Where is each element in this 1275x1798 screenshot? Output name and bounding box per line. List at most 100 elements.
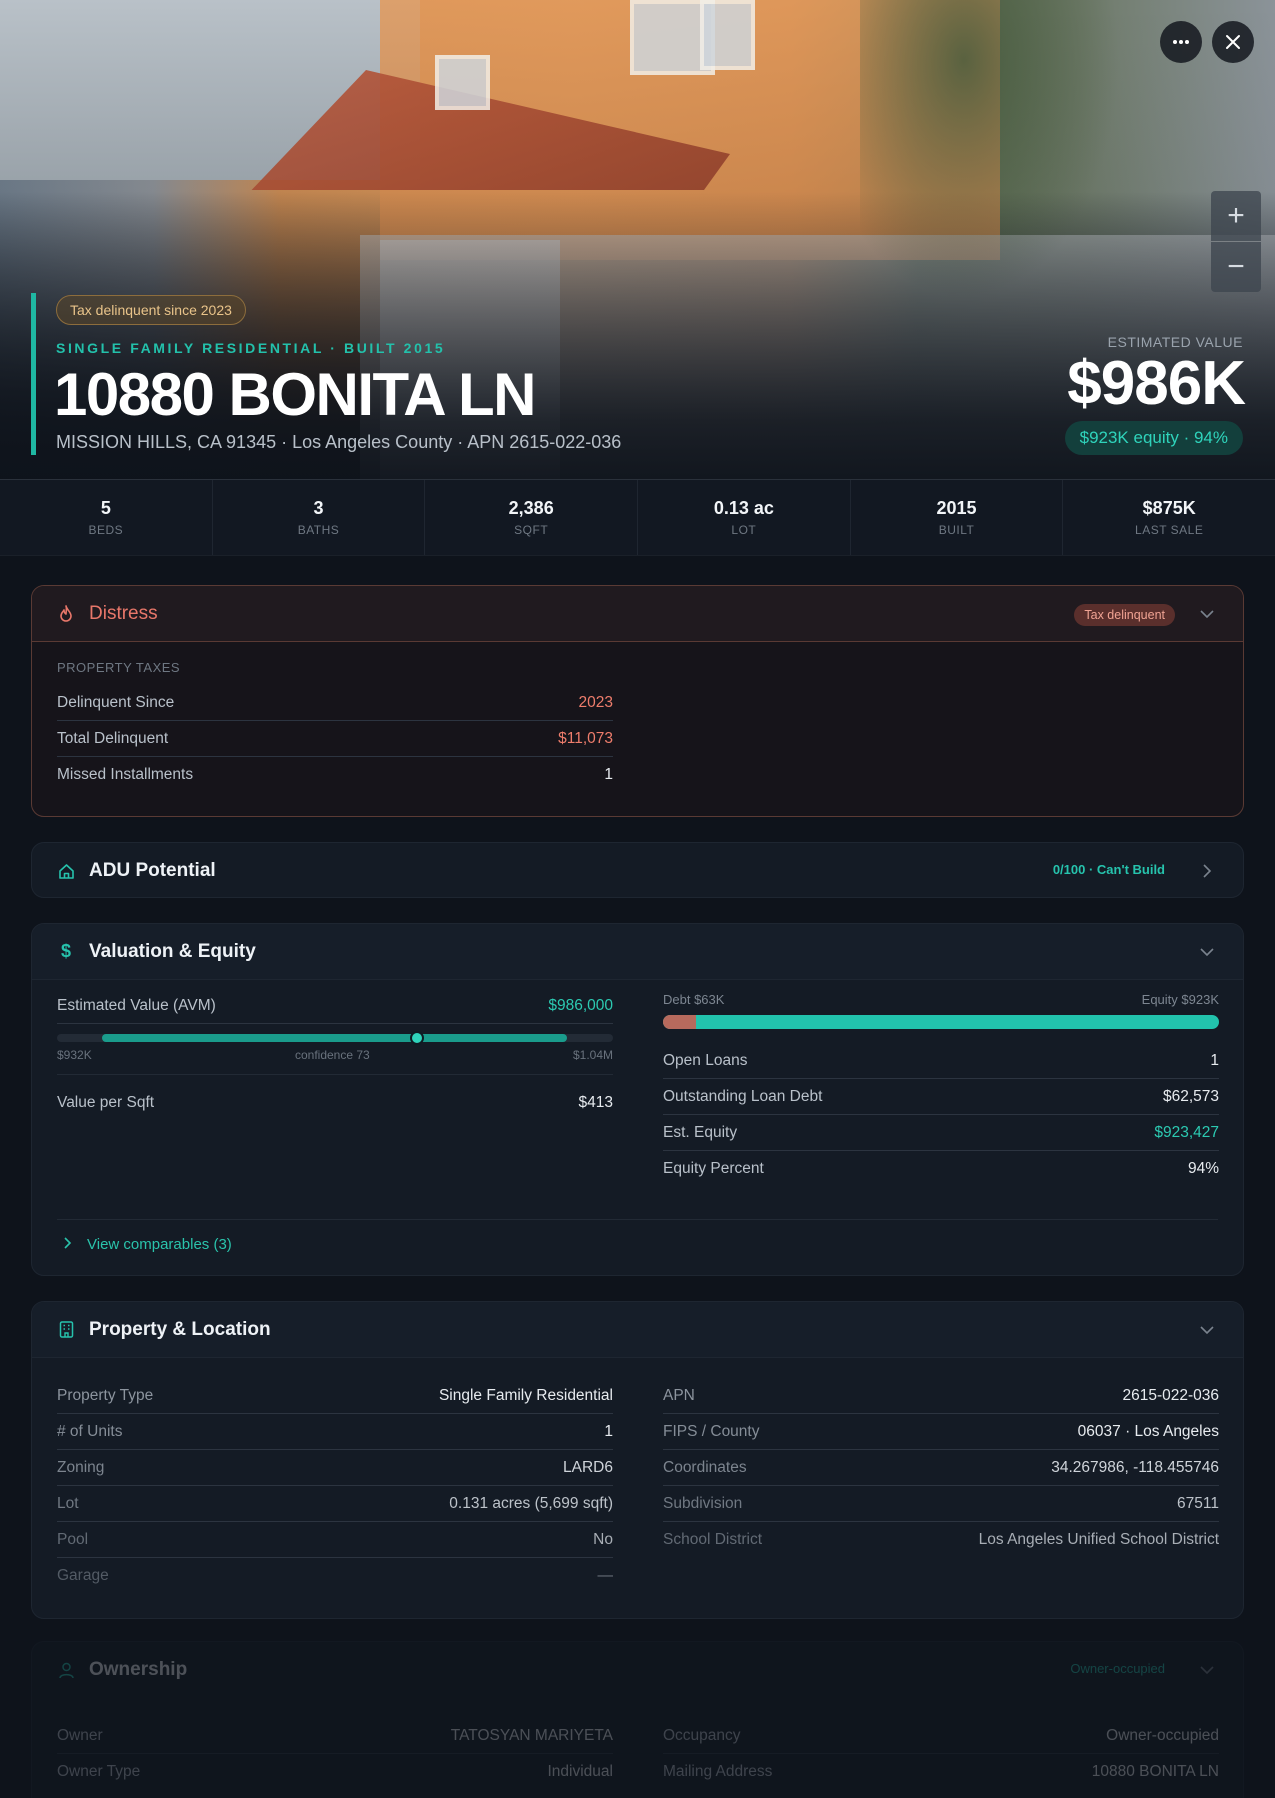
avm-estimate-marker [409, 1031, 424, 1045]
row-value: $62,573 [1162, 1087, 1219, 1105]
more-button[interactable] [1160, 21, 1202, 63]
estimated-value: $986K [1067, 349, 1246, 418]
minus-icon: − [1227, 250, 1245, 283]
detail-row: Zoning LARD6 [57, 1450, 613, 1486]
row-key: Delinquent Since [57, 693, 175, 711]
detail-row: Lot 0.131 acres (5,699 sqft) [57, 1486, 613, 1522]
stat-last-sale: $875K LAST SALE [1063, 480, 1275, 555]
detail-row: Total Delinquent $11,073 [57, 721, 613, 757]
row-key: Equity Percent [663, 1160, 764, 1177]
detail-row: Equity Percent 94% [663, 1151, 1219, 1187]
home-icon [57, 862, 75, 880]
row-key: Subdivision [663, 1494, 743, 1512]
row-key: Zoning [57, 1458, 105, 1476]
valuation-header[interactable]: $ Valuation & Equity [32, 924, 1243, 980]
property-address-title: 10880 BONITA LN [54, 361, 536, 428]
avm-scale: $932K confidence 73 $1.04M [57, 1048, 613, 1062]
detail-row: Owner TATOSYAN MARIYETA [57, 1718, 613, 1754]
dollar-icon: $ [60, 941, 71, 961]
row-key: Garage [57, 1567, 109, 1584]
close-button[interactable] [1212, 21, 1254, 63]
property-left-column: Property Type Single Family Residential #… [57, 1378, 613, 1594]
flame-icon [57, 604, 75, 623]
row-value: $923,427 [1154, 1123, 1219, 1141]
stat-label: SQFT [514, 523, 549, 537]
detail-row: Missed Installments 1 [57, 757, 613, 793]
distress-card: Distress Tax delinquent PROPERTY TAXES D… [31, 585, 1244, 817]
row-value: Los Angeles Unified School District [978, 1531, 1219, 1548]
zoom-in-button[interactable]: + [1211, 191, 1261, 241]
adu-potential-card[interactable]: ADU Potential 0/100 · Can't Build [31, 842, 1244, 898]
debt-label: Debt $63K [663, 992, 725, 1007]
ownership-card: Ownership Owner-occupied Owner TATOSYAN M… [31, 1641, 1244, 1798]
stat-value: 2015 [936, 498, 977, 518]
adu-header[interactable]: ADU Potential 0/100 · Can't Build [32, 843, 1243, 897]
building-icon [57, 1321, 75, 1339]
row-value: 1 [1210, 1051, 1219, 1069]
detail-row: FIPS / County 06037 · Los Angeles [663, 1414, 1219, 1450]
occupancy-tag: Owner-occupied [1070, 1661, 1165, 1676]
row-key: Occupancy [663, 1726, 741, 1744]
row-key: Value per Sqft [57, 1094, 155, 1111]
row-key: Owner [57, 1726, 103, 1744]
detail-row: Coordinates 34.267986, -118.455746 [663, 1450, 1219, 1486]
row-key: APN [663, 1386, 695, 1404]
chevron-down-icon[interactable] [1197, 1320, 1217, 1340]
row-key: Estimated Value (AVM) [57, 996, 216, 1014]
detail-row: Occupancy Owner-occupied [663, 1718, 1219, 1754]
row-value: TATOSYAN MARIYETA [450, 1726, 613, 1744]
stat-label: LOT [731, 523, 757, 537]
row-value: 06037 · Los Angeles [1077, 1422, 1219, 1440]
row-value: 0.131 acres (5,699 sqft) [449, 1494, 613, 1512]
detail-row: Value per Sqft $413 [57, 1085, 613, 1121]
row-key: Est. Equity [663, 1123, 738, 1141]
property-header[interactable]: Property & Location [32, 1302, 1243, 1358]
close-icon [1226, 35, 1240, 49]
stat-beds: 5 BEDS [0, 480, 213, 555]
stat-value: 3 [313, 498, 324, 518]
detail-row: Estimated Value (AVM) $986,000 [57, 988, 613, 1024]
row-key: Lot [57, 1494, 79, 1512]
detail-row: Garage — [57, 1558, 613, 1594]
row-value: 94% [1187, 1160, 1219, 1177]
avm-high: $1.04M [572, 1048, 613, 1062]
row-key: School District [663, 1531, 763, 1548]
row-key: Open Loans [663, 1051, 748, 1069]
detail-row: # of Units 1 [57, 1414, 613, 1450]
stat-value: 2,386 [508, 498, 554, 518]
view-comparables-link[interactable]: View comparables (3) [87, 1236, 232, 1253]
chevron-down-icon[interactable] [1197, 1660, 1217, 1680]
tax-delinquent-pill: Tax delinquent since 2023 [56, 295, 246, 325]
detail-row: APN 2615-022-036 [663, 1378, 1219, 1414]
row-key: Total Delinquent [57, 729, 169, 747]
property-taxes-heading: PROPERTY TAXES [57, 660, 181, 675]
stat-value: 5 [100, 498, 111, 518]
zoom-out-button[interactable]: − [1211, 242, 1261, 292]
row-value: $11,073 [558, 729, 613, 747]
divider [57, 1074, 613, 1075]
valuation-title: Valuation & Equity [89, 940, 256, 962]
ownership-right-column: Occupancy Owner-occupied Mailing Address 1… [663, 1718, 1219, 1790]
valuation-right-column: Debt $63K Equity $923K Open Loans 1 Outst… [663, 992, 1219, 1187]
detail-row: Outstanding Loan Debt $62,573 [663, 1079, 1219, 1115]
ownership-title: Ownership [89, 1659, 188, 1680]
tax-delinquent-badge: Tax delinquent [1074, 604, 1175, 626]
more-icon [1173, 40, 1189, 44]
stats-bar: 5 BEDS 3 BATHS 2,386 SQFT 0.13 ac LOT 2015 BU… [0, 480, 1275, 556]
chevron-down-icon[interactable] [1197, 942, 1217, 962]
equity-pill: $923K equity · 94% [1064, 421, 1243, 455]
adu-score-tag: 0/100 · Can't Build [1052, 862, 1165, 877]
distress-header[interactable]: Distress Tax delinquent [32, 586, 1243, 642]
row-value: 2615-022-036 [1122, 1386, 1219, 1404]
detail-row: Property Type Single Family Residential [57, 1378, 613, 1414]
stat-label: BUILT [938, 523, 975, 537]
detail-row: Mailing Address 10880 BONITA LN [663, 1754, 1219, 1790]
hero-accent-bar [31, 293, 36, 455]
chevron-right-icon[interactable] [1197, 861, 1217, 881]
property-location-card: Property & Location Property Type Single … [31, 1301, 1244, 1619]
ownership-header[interactable]: Ownership Owner-occupied [32, 1642, 1243, 1698]
row-key: Mailing Address [663, 1763, 773, 1780]
property-right-column: APN 2615-022-036 FIPS / County 06037 · Los… [663, 1378, 1219, 1558]
adu-title: ADU Potential [89, 860, 216, 881]
chevron-down-icon[interactable] [1197, 604, 1217, 624]
